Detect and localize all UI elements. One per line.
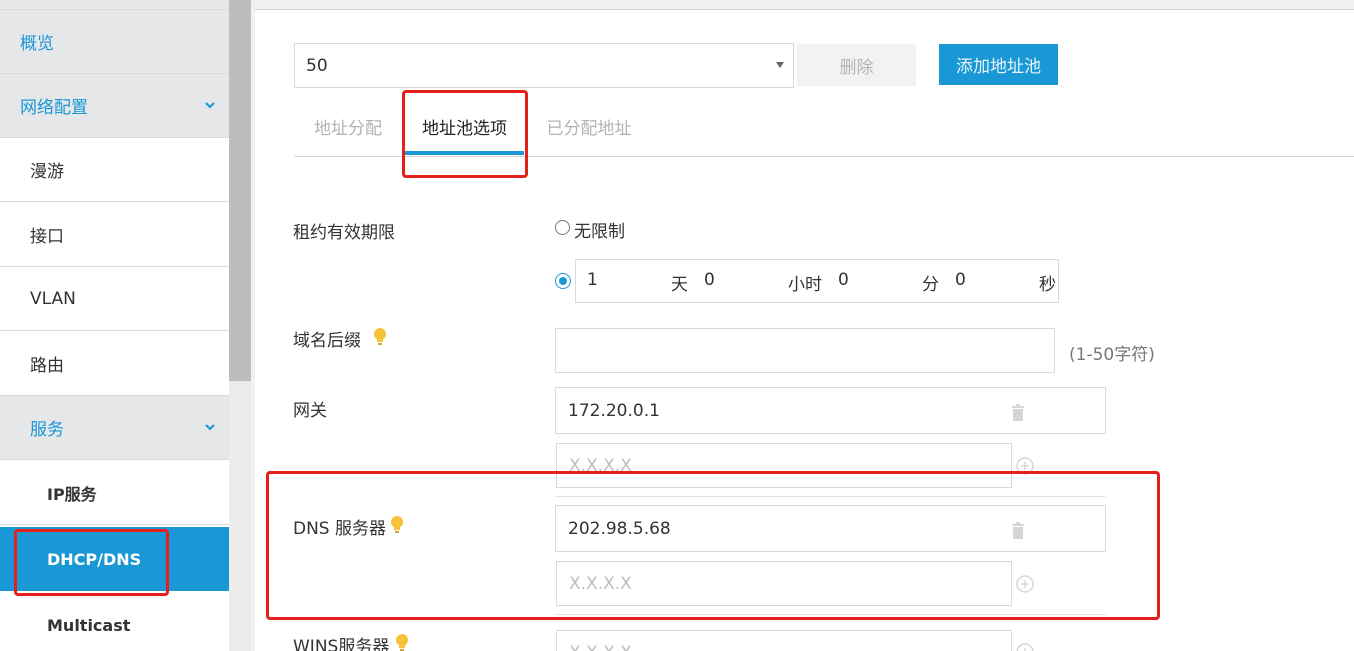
sidebar-item-label: 接口 — [30, 227, 64, 247]
delete-button[interactable]: 删除 — [797, 44, 916, 86]
sidebar-item-roaming[interactable]: 漫游 — [0, 138, 229, 202]
lease-days-input[interactable]: 1 — [587, 270, 598, 290]
lease-duration-radio[interactable] — [555, 273, 571, 289]
sidebar-item-label: VLAN — [30, 288, 76, 309]
annotation-highlight-dhcp — [14, 529, 169, 596]
sidebar-scrollbar-thumb[interactable] — [229, 0, 251, 381]
domain-suffix-hint: (1-50字符) — [1069, 345, 1155, 365]
chevron-down-icon — [205, 424, 215, 431]
sidebar-item-label: Multicast — [47, 615, 131, 635]
sidebar-item-label: 概览 — [20, 34, 54, 54]
pool-select-value: 50 — [306, 55, 328, 76]
gateway-value: 172.20.0.1 — [568, 400, 660, 421]
top-bar — [255, 0, 1354, 10]
lease-duration-box: 1 天 0 小时 0 分 0 秒 — [575, 259, 1059, 303]
lease-label: 租约有效期限 — [293, 223, 395, 243]
sidebar-item-multicast[interactable]: Multicast — [0, 593, 229, 651]
lease-days-unit: 天 — [671, 275, 688, 295]
sidebar-item-routing[interactable]: 路由 — [0, 332, 229, 396]
sidebar-divider — [251, 0, 255, 651]
wins-label: WINS服务器 — [293, 637, 390, 651]
tab-address-allocation[interactable]: 地址分配 — [296, 105, 400, 147]
sidebar-item-label: 路由 — [30, 356, 64, 376]
domain-suffix-label: 域名后缀 — [293, 331, 361, 351]
chevron-down-icon — [205, 102, 215, 109]
pool-select[interactable]: 50 — [294, 43, 794, 88]
sidebar-item-label: IP服务 — [47, 484, 97, 504]
lease-minutes-unit: 分 — [922, 275, 939, 295]
sidebar-item-vlan[interactable]: VLAN — [0, 267, 229, 331]
sidebar-item-overview[interactable]: 概览 — [0, 10, 229, 74]
add-pool-button[interactable]: 添加地址池 — [939, 44, 1058, 85]
sidebar-item-label: 网络配置 — [20, 98, 88, 118]
sidebar-item-label: 服务 — [30, 420, 64, 440]
gateway-label: 网关 — [293, 401, 327, 421]
sidebar-item-services[interactable]: 服务 — [0, 396, 229, 460]
lease-hours-input[interactable]: 0 — [704, 270, 715, 290]
lease-minutes-input[interactable]: 0 — [838, 270, 849, 290]
tab-assigned-addresses[interactable]: 已分配地址 — [530, 105, 648, 147]
sidebar-item-interface[interactable]: 接口 — [0, 203, 229, 267]
bulb-icon — [374, 328, 386, 345]
sidebar-item-ip-service[interactable]: IP服务 — [0, 461, 229, 525]
trash-icon[interactable] — [1011, 404, 1025, 421]
annotation-highlight-tab — [402, 90, 528, 178]
domain-suffix-input[interactable] — [555, 328, 1055, 373]
plus-circle-icon[interactable] — [1016, 643, 1034, 651]
sidebar-item-label: 漫游 — [30, 162, 64, 182]
wins-input[interactable]: X.X.X.X — [556, 630, 1012, 651]
wins-placeholder: X.X.X.X — [569, 643, 632, 651]
lease-hours-unit: 小时 — [788, 275, 822, 295]
sidebar-item-prev[interactable] — [0, 0, 229, 10]
lease-unlimited-radio[interactable] — [555, 220, 570, 235]
bulb-icon — [396, 634, 408, 651]
lease-seconds-unit: 秒 — [1039, 275, 1056, 295]
lease-seconds-input[interactable]: 0 — [955, 270, 966, 290]
lease-unlimited-label: 无限制 — [574, 222, 625, 242]
sidebar-item-network-config[interactable]: 网络配置 — [0, 74, 229, 138]
dropdown-caret-icon — [776, 62, 784, 68]
annotation-highlight-dns — [266, 471, 1160, 620]
